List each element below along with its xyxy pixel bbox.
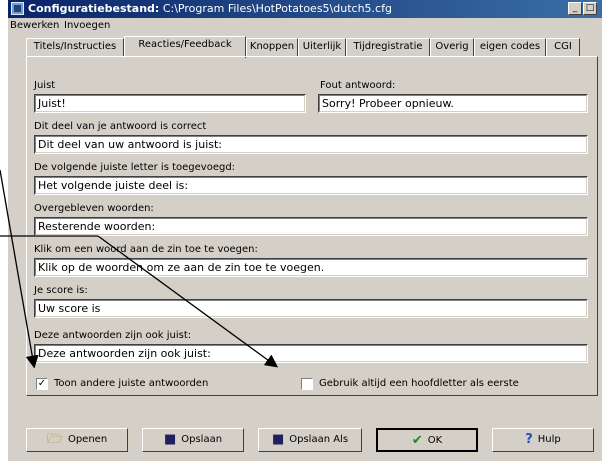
arrow-to-show-other — [0, 169, 39, 369]
arrow-to-capital — [97, 235, 279, 368]
annotation-arrows — [0, 169, 279, 369]
